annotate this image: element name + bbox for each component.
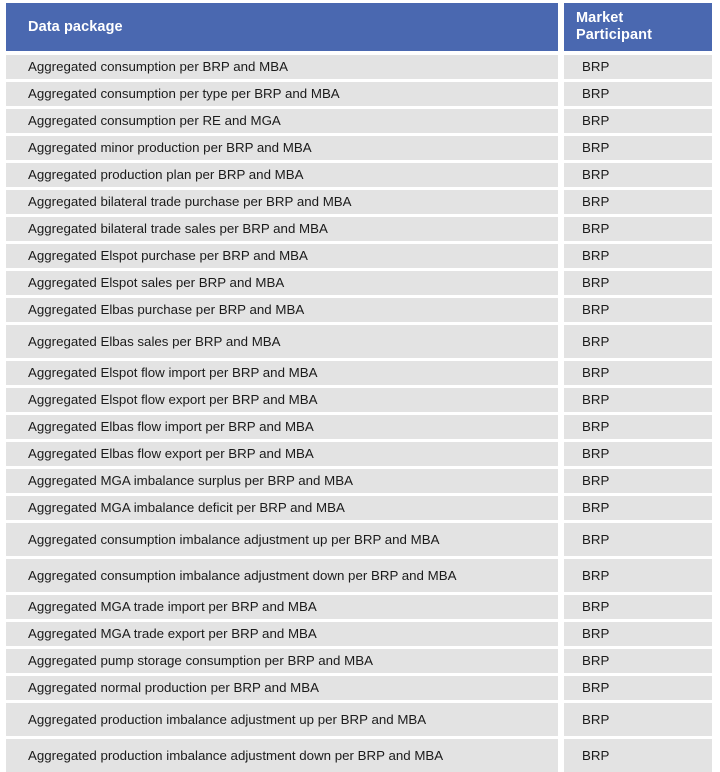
table-row: Aggregated production imbalance adjustme… [6, 736, 712, 772]
cell-market-participant: BRP [564, 51, 712, 79]
table-row: Aggregated consumption imbalance adjustm… [6, 520, 712, 556]
table-row: Aggregated Elspot sales per BRP and MBA B… [6, 268, 712, 295]
cell-data-package: Aggregated bilateral trade purchase per … [6, 187, 558, 214]
table-row: Aggregated Elbas flow export per BRP and… [6, 439, 712, 466]
cell-market-participant: BRP [564, 736, 712, 772]
table-row: Aggregated normal production per BRP and… [6, 673, 712, 700]
table-body: Aggregated consumption per BRP and MBA BR… [6, 51, 712, 772]
cell-market-participant: BRP [564, 439, 712, 466]
data-package-table-container: Data package Market Participant Aggregat… [6, 3, 712, 772]
cell-data-package: Aggregated production plan per BRP and M… [6, 160, 558, 187]
table-row: Aggregated MGA imbalance deficit per BRP… [6, 493, 712, 520]
cell-data-package: Aggregated normal production per BRP and… [6, 673, 558, 700]
cell-data-package: Aggregated MGA trade export per BRP and … [6, 619, 558, 646]
cell-data-package: Aggregated pump storage consumption per … [6, 646, 558, 673]
cell-data-package: Aggregated consumption imbalance adjustm… [6, 520, 558, 556]
cell-data-package: Aggregated Elspot purchase per BRP and M… [6, 241, 558, 268]
table-row: Aggregated MGA trade import per BRP and … [6, 592, 712, 619]
table-row: Aggregated pump storage consumption per … [6, 646, 712, 673]
cell-market-participant: BRP [564, 79, 712, 106]
table-row: Aggregated Elspot flow import per BRP an… [6, 358, 712, 385]
cell-data-package: Aggregated MGA trade import per BRP and … [6, 592, 558, 619]
data-package-table: Data package Market Participant Aggregat… [6, 3, 712, 772]
cell-data-package: Aggregated production imbalance adjustme… [6, 736, 558, 772]
cell-data-package: Aggregated consumption per type per BRP … [6, 79, 558, 106]
cell-data-package: Aggregated production imbalance adjustme… [6, 700, 558, 736]
table-header-row: Data package Market Participant [6, 3, 712, 51]
cell-data-package: Aggregated Elbas flow export per BRP and… [6, 439, 558, 466]
cell-market-participant: BRP [564, 385, 712, 412]
table-row: Aggregated MGA imbalance surplus per BRP… [6, 466, 712, 493]
cell-market-participant: BRP [564, 646, 712, 673]
cell-data-package: Aggregated consumption per BRP and MBA [6, 51, 558, 79]
table-row: Aggregated Elbas sales per BRP and MBA BR… [6, 322, 712, 358]
cell-market-participant: BRP [564, 268, 712, 295]
cell-data-package: Aggregated Elbas sales per BRP and MBA [6, 322, 558, 358]
table-row: Aggregated MGA trade export per BRP and … [6, 619, 712, 646]
table-row: Aggregated consumption per BRP and MBA BR… [6, 51, 712, 79]
cell-market-participant: BRP [564, 493, 712, 520]
column-header-market-participant: Market Participant [564, 3, 712, 51]
table-row: Aggregated consumption per RE and MGA BRP [6, 106, 712, 133]
cell-data-package: Aggregated MGA imbalance surplus per BRP… [6, 466, 558, 493]
table-row: Aggregated bilateral trade purchase per … [6, 187, 712, 214]
cell-data-package: Aggregated Elbas flow import per BRP and… [6, 412, 558, 439]
cell-market-participant: BRP [564, 619, 712, 646]
cell-data-package: Aggregated consumption imbalance adjustm… [6, 556, 558, 592]
column-header-data-package: Data package [6, 3, 558, 51]
cell-market-participant: BRP [564, 700, 712, 736]
cell-market-participant: BRP [564, 520, 712, 556]
cell-data-package: Aggregated Elbas purchase per BRP and MB… [6, 295, 558, 322]
cell-market-participant: BRP [564, 412, 712, 439]
table-row: Aggregated production plan per BRP and M… [6, 160, 712, 187]
cell-data-package: Aggregated minor production per BRP and … [6, 133, 558, 160]
table-row: Aggregated Elbas purchase per BRP and MB… [6, 295, 712, 322]
table-row: Aggregated bilateral trade sales per BRP… [6, 214, 712, 241]
cell-market-participant: BRP [564, 322, 712, 358]
table-row: Aggregated minor production per BRP and … [6, 133, 712, 160]
cell-market-participant: BRP [564, 133, 712, 160]
table-row: Aggregated consumption per type per BRP … [6, 79, 712, 106]
cell-data-package: Aggregated Elspot flow export per BRP an… [6, 385, 558, 412]
cell-market-participant: BRP [564, 187, 712, 214]
cell-data-package: Aggregated Elspot sales per BRP and MBA [6, 268, 558, 295]
cell-market-participant: BRP [564, 241, 712, 268]
cell-market-participant: BRP [564, 106, 712, 133]
cell-data-package: Aggregated consumption per RE and MGA [6, 106, 558, 133]
cell-market-participant: BRP [564, 673, 712, 700]
cell-market-participant: BRP [564, 466, 712, 493]
column-header-market-participant-line2: Participant [576, 27, 653, 43]
cell-market-participant: BRP [564, 295, 712, 322]
column-header-market-participant-line1: Market [576, 10, 624, 26]
cell-data-package: Aggregated bilateral trade sales per BRP… [6, 214, 558, 241]
cell-market-participant: BRP [564, 358, 712, 385]
cell-data-package: Aggregated MGA imbalance deficit per BRP… [6, 493, 558, 520]
cell-market-participant: BRP [564, 214, 712, 241]
table-row: Aggregated consumption imbalance adjustm… [6, 556, 712, 592]
cell-market-participant: BRP [564, 592, 712, 619]
cell-market-participant: BRP [564, 556, 712, 592]
table-row: Aggregated Elspot purchase per BRP and M… [6, 241, 712, 268]
table-header: Data package Market Participant [6, 3, 712, 51]
cell-data-package: Aggregated Elspot flow import per BRP an… [6, 358, 558, 385]
table-row: Aggregated production imbalance adjustme… [6, 700, 712, 736]
table-row: Aggregated Elspot flow export per BRP an… [6, 385, 712, 412]
table-row: Aggregated Elbas flow import per BRP and… [6, 412, 712, 439]
cell-market-participant: BRP [564, 160, 712, 187]
